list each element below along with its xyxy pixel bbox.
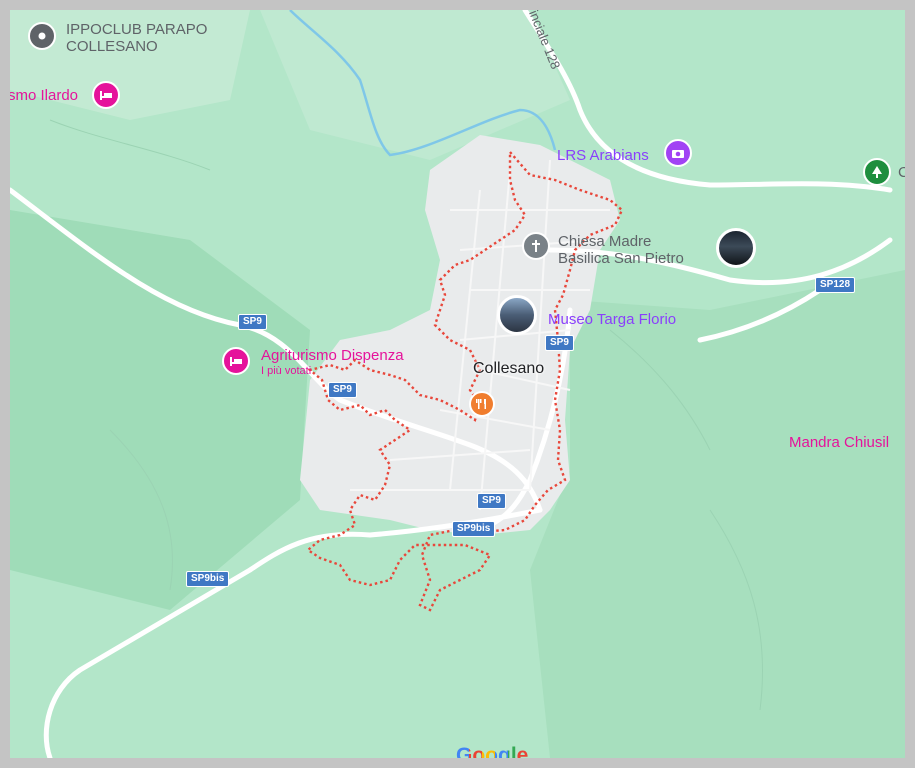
agriturismo-label[interactable]: Agriturismo Dispenza bbox=[261, 348, 404, 363]
road-shield-sp9: SP9 bbox=[477, 493, 506, 509]
camera-icon[interactable] bbox=[664, 139, 692, 167]
map-frame: inciale 128 IPPOCLUB PARAPO COLLESANO sm… bbox=[0, 0, 915, 768]
hotel-icon[interactable] bbox=[222, 347, 250, 375]
park-label-partial[interactable]: C bbox=[898, 165, 905, 180]
chiesa-label-line2[interactable]: Basilica San Pietro bbox=[558, 251, 684, 266]
agriturismo-sublabel: I più votati bbox=[261, 365, 312, 377]
town-label-collesano[interactable]: Collesano bbox=[473, 361, 544, 377]
photo-thumbnail[interactable] bbox=[497, 295, 537, 335]
church-cross-icon[interactable] bbox=[522, 232, 550, 260]
map-terrain bbox=[10, 10, 905, 758]
photo-thumbnail[interactable] bbox=[716, 228, 756, 268]
restaurant-icon[interactable] bbox=[469, 391, 495, 417]
lrs-arabians-label[interactable]: LRS Arabians bbox=[557, 148, 649, 163]
road-shield-sp9: SP9 bbox=[238, 314, 267, 330]
road-shield-sp128: SP128 bbox=[815, 277, 856, 293]
google-logo: Google bbox=[456, 745, 528, 758]
hotel-icon[interactable] bbox=[92, 81, 120, 109]
chiesa-label-line1[interactable]: Chiesa Madre bbox=[558, 234, 651, 249]
museo-targa-florio-label[interactable]: Museo Targa Florio bbox=[548, 312, 676, 327]
road-shield-sp9: SP9 bbox=[328, 382, 357, 398]
tree-icon[interactable] bbox=[863, 158, 891, 186]
map-canvas[interactable]: inciale 128 IPPOCLUB PARAPO COLLESANO sm… bbox=[10, 10, 905, 758]
road-shield-sp9: SP9 bbox=[545, 335, 574, 351]
mandra-chiusil-label[interactable]: Mandra Chiusil bbox=[789, 435, 889, 450]
ilardo-label[interactable]: smo Ilardo bbox=[10, 88, 78, 103]
ippoclub-label-line2[interactable]: COLLESANO bbox=[66, 39, 158, 54]
ippoclub-label-line1[interactable]: IPPOCLUB PARAPO bbox=[66, 22, 207, 37]
place-pin-icon[interactable] bbox=[28, 22, 56, 50]
road-shield-sp9bis: SP9bis bbox=[452, 521, 496, 537]
road-shield-sp9bis: SP9bis bbox=[186, 571, 230, 587]
